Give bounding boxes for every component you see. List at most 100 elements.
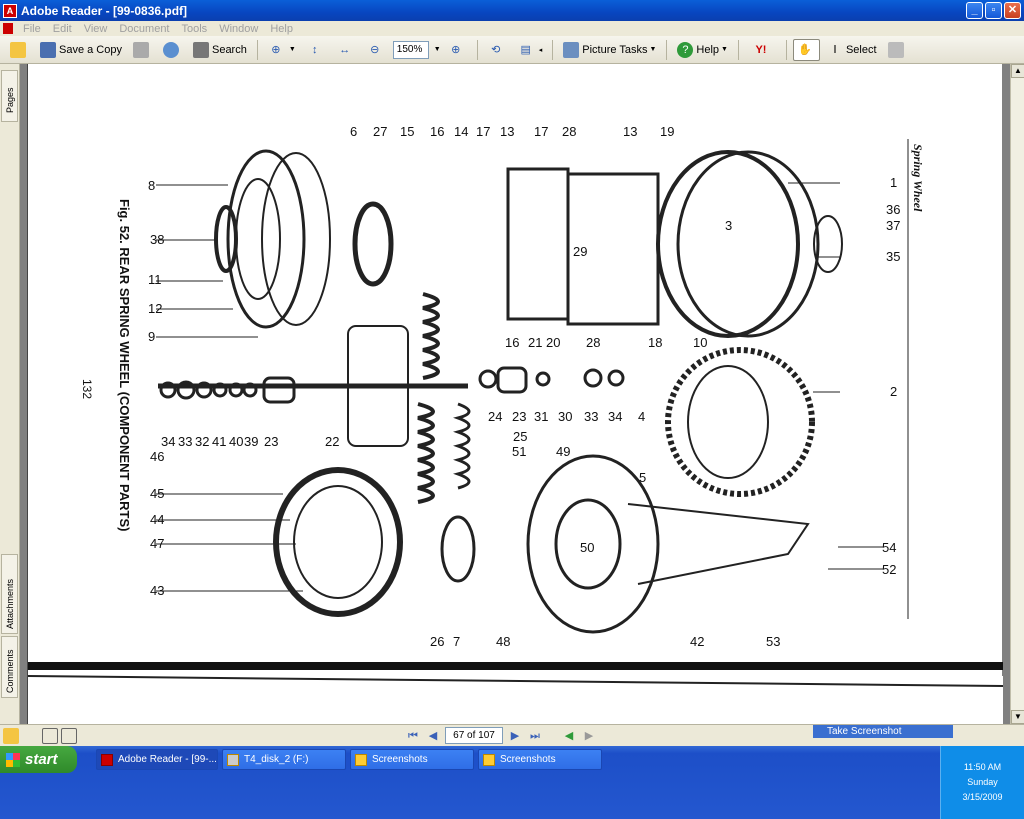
fit-page-button[interactable]: ↕	[303, 39, 330, 61]
task-adobe-reader[interactable]: Adobe Reader - [99-...	[96, 749, 218, 770]
exploded-parts-diagram: 6 27 15 16 14 17 13 17 28 13 191363735838111293291…	[27, 124, 1004, 724]
zoom-out-button[interactable]: ⊖	[363, 39, 390, 61]
clock-time[interactable]: 11:50 AM	[941, 760, 1024, 775]
rotate-button[interactable]: ⟲	[484, 39, 511, 61]
callout-label: 23	[512, 409, 526, 424]
callout-label: 17	[534, 124, 548, 139]
start-button[interactable]: start	[0, 746, 77, 773]
callout-label: 10	[693, 335, 707, 350]
page-view-button[interactable]: ▤ ◂	[514, 39, 547, 61]
task-screenshots-2[interactable]: Screenshots	[478, 749, 602, 770]
scroll-up-arrow[interactable]: ▲	[1011, 64, 1024, 78]
callout-label: 39	[244, 434, 258, 449]
menu-edit[interactable]: Edit	[53, 23, 72, 35]
picture-tasks-button[interactable]: Picture Tasks ▼	[559, 39, 660, 61]
search-label: Search	[211, 43, 247, 56]
menu-window[interactable]: Window	[219, 23, 258, 35]
adobe-reader-icon: A	[3, 3, 17, 18]
email-button[interactable]	[159, 39, 186, 61]
callout-label: 44	[150, 512, 164, 527]
single-page-icon[interactable]	[42, 727, 58, 744]
menu-document[interactable]: Document	[119, 23, 169, 35]
tab-comments-label: Comments	[5, 649, 15, 693]
disk-icon	[40, 41, 56, 58]
search-button[interactable]: Search	[189, 39, 251, 61]
callout-label: 28	[586, 335, 600, 350]
snapshot-button[interactable]	[884, 39, 911, 61]
fit-width-icon: ↔	[339, 43, 351, 56]
callout-label: 8	[148, 178, 155, 193]
callout-label: 18	[648, 335, 662, 350]
select-tool-button[interactable]: Ⅰ Select	[823, 39, 881, 61]
minimize-button[interactable]: _	[966, 2, 983, 19]
yahoo-button[interactable]: Y!	[745, 39, 780, 61]
zoom-out-icon: ⊖	[370, 43, 380, 56]
restore-button[interactable]: ▫	[985, 2, 1002, 19]
security-shield-icon[interactable]	[941, 746, 1024, 760]
continuous-page-icon[interactable]	[61, 727, 77, 744]
callout-label: 38	[150, 232, 164, 247]
tab-comments[interactable]: Comments	[1, 636, 18, 698]
text-cursor-icon: Ⅰ	[833, 43, 837, 56]
document-icon	[3, 23, 13, 34]
callout-label: 16	[505, 335, 519, 350]
document-viewport[interactable]: 6 27 15 16 14 17 13 17 28 13 19 1 36 37 35 8 38 11 12 9 3 29 1…	[20, 64, 1010, 724]
callout-label: 32	[195, 434, 209, 449]
menu-help[interactable]: Help	[270, 23, 293, 35]
close-button[interactable]: ✕	[1004, 2, 1021, 19]
callout-label: 41	[212, 434, 226, 449]
callout-label: 3	[725, 218, 732, 233]
hand-tool-button[interactable]: ✋	[792, 38, 820, 61]
menu-file[interactable]: File	[23, 23, 41, 35]
callout-label: 23	[264, 434, 278, 449]
back-icon[interactable]: ◀	[561, 728, 577, 744]
vertical-scrollbar[interactable]: ▲ ▼	[1010, 64, 1024, 724]
help-button[interactable]: ? Help ▼	[673, 39, 732, 61]
callout-label: 25	[513, 429, 527, 444]
running-header: Spring Wheel	[911, 144, 925, 212]
system-tray: 11:50 AM Sunday 3/15/2009	[940, 746, 1024, 819]
zoom-field[interactable]	[392, 40, 429, 59]
task-screenshots-1[interactable]: Screenshots	[350, 749, 474, 770]
tab-pages[interactable]: Pages	[1, 70, 18, 122]
window-title: Adobe Reader - [99-0836.pdf]	[21, 3, 188, 18]
next-page-icon[interactable]: ▶	[507, 728, 523, 744]
clock-date: 3/15/2009	[962, 792, 1003, 802]
callout-label: 16	[430, 124, 444, 139]
first-page-icon[interactable]: ⏮	[405, 728, 421, 744]
task-drive[interactable]: T4_disk_2 (F:)	[222, 749, 346, 770]
zoom-tool-button[interactable]: ⊕ ▼	[264, 39, 300, 61]
print-button[interactable]	[129, 39, 156, 61]
callout-label: 37	[886, 218, 900, 233]
scroll-down-arrow[interactable]: ▼	[1011, 710, 1024, 724]
fit-width-button[interactable]: ↔	[333, 39, 360, 61]
zoom-in-button[interactable]: ⊕	[444, 39, 471, 61]
tab-attachments[interactable]: Attachments	[1, 554, 18, 634]
task-label: T4_disk_2 (F:)	[244, 754, 309, 765]
callout-label: 14	[454, 124, 468, 139]
page-indicator[interactable]: 67 of 107	[445, 727, 503, 744]
callout-label: 21	[528, 335, 542, 350]
menu-view[interactable]: View	[84, 23, 108, 35]
callout-label: 42	[690, 634, 704, 649]
callout-label: 47	[150, 536, 164, 551]
zoom-dropdown-icon[interactable]: ▼	[434, 46, 441, 53]
callout-label: 27	[373, 124, 387, 139]
last-page-icon[interactable]: ⏭	[527, 728, 543, 744]
callout-label: 20	[546, 335, 560, 350]
forward-icon[interactable]: ▶	[581, 728, 597, 744]
select-label: Select	[845, 43, 877, 56]
yahoo-icon: Y!	[755, 43, 767, 56]
callout-label: 26	[430, 634, 444, 649]
tab-pages-label: Pages	[5, 87, 15, 113]
page-number: 132	[80, 379, 94, 399]
open-button[interactable]	[6, 39, 33, 61]
chevron-down-icon: ▼	[721, 46, 728, 53]
callout-label: 22	[325, 434, 339, 449]
callout-label: 9	[148, 329, 155, 344]
save-copy-button[interactable]: Save a Copy	[36, 39, 126, 61]
menu-tools[interactable]: Tools	[182, 23, 208, 35]
callout-label: 30	[558, 409, 572, 424]
prev-page-icon[interactable]: ◀	[425, 728, 441, 744]
toolbar-separator	[737, 39, 739, 60]
